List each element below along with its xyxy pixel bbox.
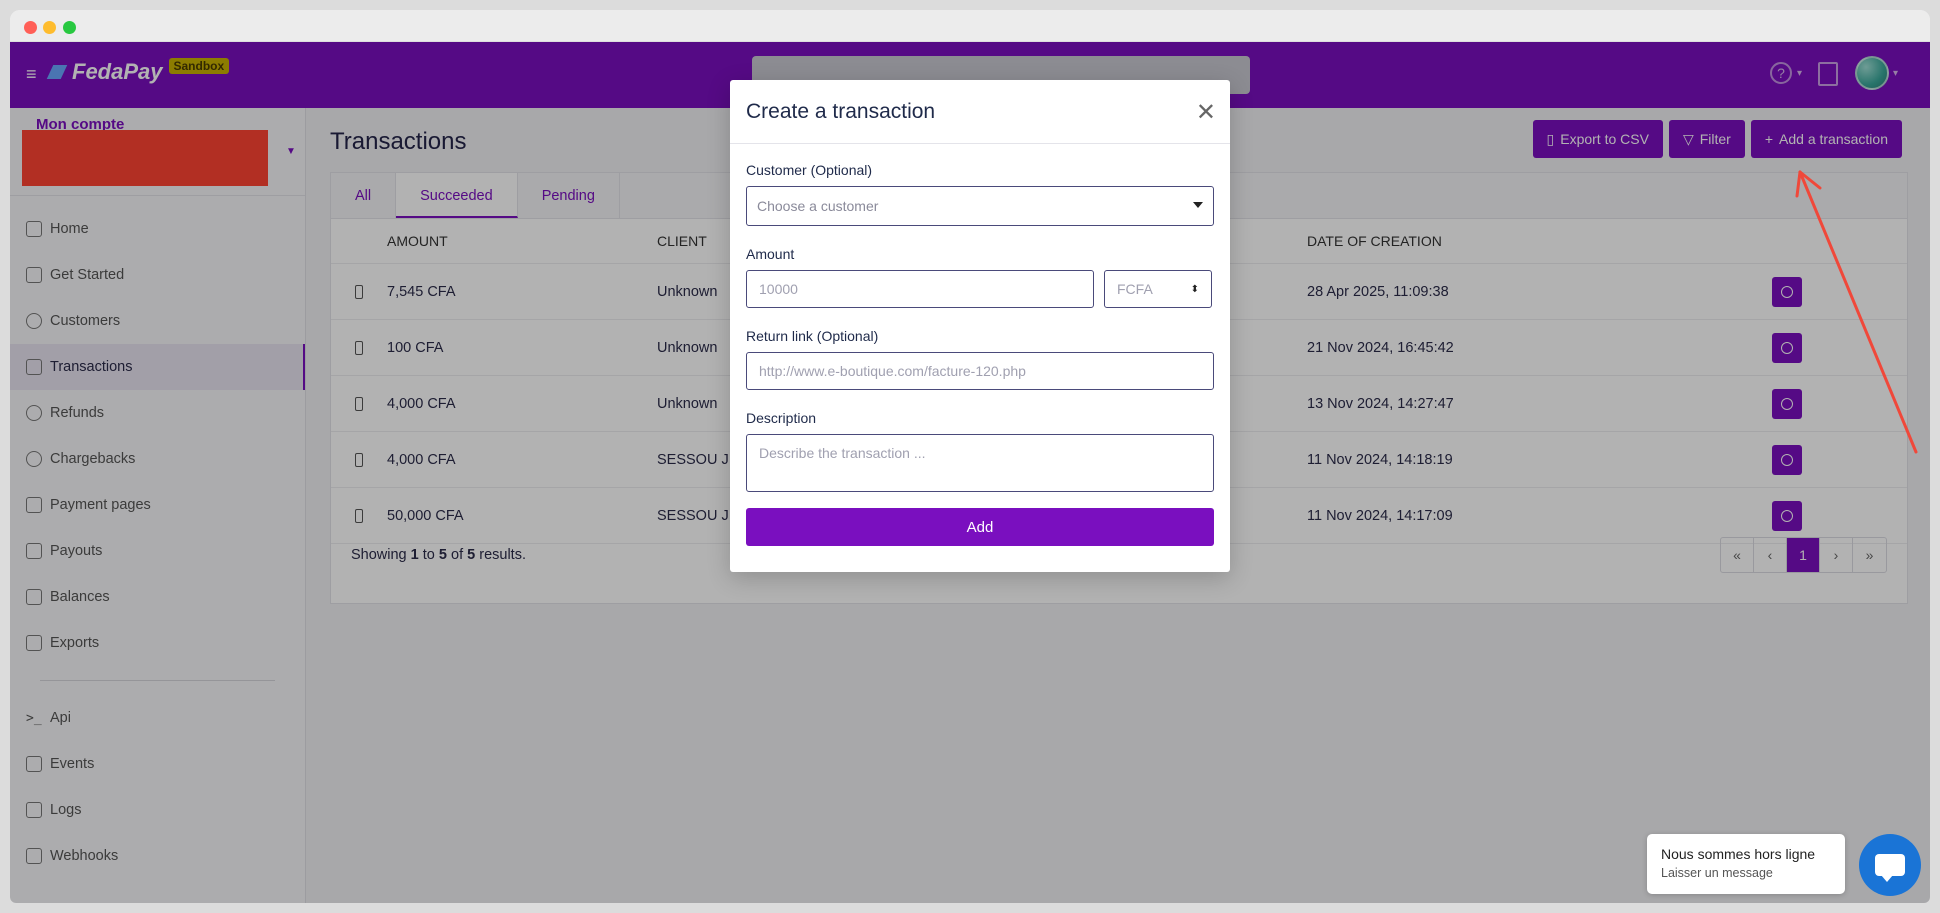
close-window-button[interactable] xyxy=(24,21,37,34)
chat-launcher-button[interactable] xyxy=(1859,834,1921,896)
chat-offline-bubble[interactable]: Nous sommes hors ligne Laisser un messag… xyxy=(1647,834,1845,894)
chevron-down-icon xyxy=(1193,202,1203,208)
customer-placeholder: Choose a customer xyxy=(757,198,879,214)
currency-select[interactable]: FCFA ⬍ xyxy=(1104,270,1212,308)
amount-input[interactable]: 10000 xyxy=(746,270,1094,308)
modal-header: Create a transaction ✕ xyxy=(730,80,1230,144)
close-icon[interactable]: ✕ xyxy=(1196,98,1216,127)
minimize-window-button[interactable] xyxy=(43,21,56,34)
add-button[interactable]: Add xyxy=(746,508,1214,546)
chat-title: Nous sommes hors ligne xyxy=(1661,846,1816,862)
create-transaction-modal: Create a transaction ✕ Customer (Optiona… xyxy=(730,80,1230,572)
return-link-input[interactable]: http://www.e-boutique.com/facture-120.ph… xyxy=(746,352,1214,390)
description-label: Description xyxy=(746,410,817,426)
modal-title: Create a transaction xyxy=(746,100,936,123)
description-textarea[interactable]: Describe the transaction ... xyxy=(746,434,1214,492)
currency-value: FCFA xyxy=(1117,281,1153,297)
amount-row: 10000 FCFA ⬍ xyxy=(746,270,1214,308)
chat-subtitle: Laisser un message xyxy=(1661,866,1773,880)
amount-label: Amount xyxy=(746,246,795,262)
customer-label: Customer (Optional) xyxy=(746,162,873,178)
return-link-label: Return link (Optional) xyxy=(746,328,879,344)
chat-icon xyxy=(1875,854,1905,882)
browser-window: ≡ FedaPay Sandbox ? ▾ ▾ Mon compte ▼ Hom… xyxy=(10,10,1930,903)
maximize-window-button[interactable] xyxy=(63,21,76,34)
window-titlebar xyxy=(10,10,1930,42)
modal-body: Customer (Optional) Choose a customer Am… xyxy=(730,144,1230,546)
customer-select[interactable]: Choose a customer xyxy=(746,186,1214,226)
sort-arrows-icon: ⬍ xyxy=(1190,283,1199,295)
